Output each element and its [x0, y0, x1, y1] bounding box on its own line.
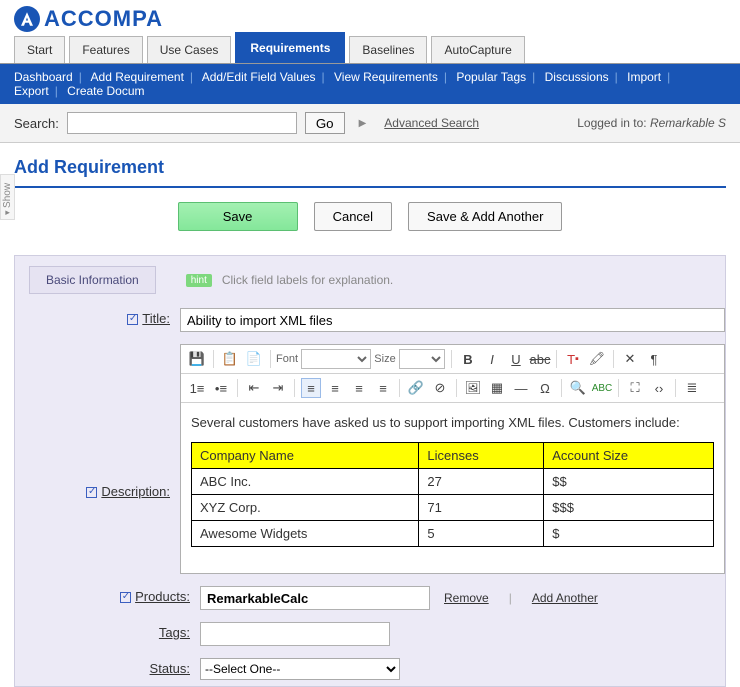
- subnav-import[interactable]: Import: [627, 70, 661, 84]
- action-buttons: Save Cancel Save & Add Another: [14, 202, 726, 231]
- align-center-icon[interactable]: ≡: [325, 378, 345, 398]
- source-icon[interactable]: ‹›: [649, 378, 669, 398]
- subnav-create-document[interactable]: Create Docum: [67, 84, 144, 98]
- products-remove-link[interactable]: Remove: [444, 591, 489, 605]
- subnav-view-requirements[interactable]: View Requirements: [334, 70, 438, 84]
- tab-use-cases[interactable]: Use Cases: [147, 36, 232, 63]
- tab-requirements[interactable]: Requirements: [235, 32, 345, 63]
- search-label: Search:: [14, 116, 59, 131]
- hint-badge: hint: [186, 274, 212, 287]
- editor-body[interactable]: Several customers have asked us to suppo…: [181, 403, 724, 573]
- tab-start[interactable]: Start: [14, 36, 65, 63]
- show-sidebar-toggle[interactable]: Show: [0, 174, 15, 220]
- brand-row: ACCOMPA: [0, 0, 740, 36]
- editor-intro-text: Several customers have asked us to suppo…: [191, 415, 714, 430]
- table-row: XYZ Corp.71$$$: [192, 495, 714, 521]
- status-select[interactable]: --Select One--: [200, 658, 400, 680]
- table-row: Awesome Widgets5$: [192, 521, 714, 547]
- label-status[interactable]: Status:: [150, 661, 190, 676]
- highlight-icon[interactable]: 🖍: [587, 349, 607, 369]
- tab-baselines[interactable]: Baselines: [349, 36, 427, 63]
- label-title[interactable]: Title:: [142, 311, 170, 326]
- outdent-icon[interactable]: ⇤: [244, 378, 264, 398]
- advanced-search-link[interactable]: Advanced Search: [384, 116, 479, 130]
- subnav-add-requirement[interactable]: Add Requirement: [91, 70, 184, 84]
- main-tabs: Start Features Use Cases Requirements Ba…: [0, 36, 740, 64]
- products-input[interactable]: [200, 586, 430, 610]
- hint-text: Click field labels for explanation.: [222, 273, 393, 287]
- hr-icon[interactable]: —: [511, 378, 531, 398]
- size-label: Size: [375, 349, 395, 369]
- subnav-popular-tags[interactable]: Popular Tags: [456, 70, 526, 84]
- login-status: Logged in to: Remarkable S: [577, 116, 726, 130]
- tab-features[interactable]: Features: [69, 36, 142, 63]
- editor-toolbar-2: 1≡ •≡ ⇤ ⇥ ≡ ≡ ≡ ≡ 🔗 ⊘ 🖼: [181, 374, 724, 403]
- search-go-button[interactable]: Go: [305, 112, 345, 134]
- subnav-add-edit-field-values[interactable]: Add/Edit Field Values: [202, 70, 316, 84]
- text-color-icon[interactable]: T▪: [563, 349, 583, 369]
- save-icon[interactable]: 💾: [187, 349, 207, 369]
- page-title: Add Requirement: [14, 153, 726, 186]
- symbol-icon[interactable]: Ω: [535, 378, 555, 398]
- search-bar: Search: Go ▶ Advanced Search Logged in t…: [0, 104, 740, 143]
- strike-icon[interactable]: abc: [530, 349, 550, 369]
- cancel-button[interactable]: Cancel: [314, 202, 392, 231]
- image-icon[interactable]: 🖼: [463, 378, 483, 398]
- ul-icon[interactable]: •≡: [211, 378, 231, 398]
- align-right-icon[interactable]: ≡: [349, 378, 369, 398]
- help-icon[interactable]: ≣: [682, 378, 702, 398]
- brand-logo-icon: [14, 6, 40, 32]
- checkbox-icon: [86, 487, 97, 498]
- search-input[interactable]: [67, 112, 297, 134]
- subnav-discussions[interactable]: Discussions: [545, 70, 609, 84]
- customer-table: Company Name Licenses Account Size ABC I…: [191, 442, 714, 547]
- maximize-icon[interactable]: ⛶: [625, 378, 645, 398]
- link-icon[interactable]: 🔗: [406, 378, 426, 398]
- tab-autocapture[interactable]: AutoCapture: [431, 36, 524, 63]
- italic-icon[interactable]: I: [482, 349, 502, 369]
- spellcheck-icon[interactable]: ABC: [592, 378, 612, 398]
- label-tags[interactable]: Tags:: [159, 625, 190, 640]
- label-description[interactable]: Description:: [101, 484, 170, 499]
- ol-icon[interactable]: 1≡: [187, 378, 207, 398]
- subnav-export[interactable]: Export: [14, 84, 49, 98]
- subnav-dashboard[interactable]: Dashboard: [14, 70, 73, 84]
- save-button[interactable]: Save: [178, 202, 298, 231]
- indent-icon[interactable]: ⇥: [268, 378, 288, 398]
- checkbox-icon: [120, 592, 131, 603]
- triangle-right-icon: ▶: [359, 118, 367, 129]
- th-licenses: Licenses: [419, 443, 544, 469]
- clear-format-icon[interactable]: ✕: [620, 349, 640, 369]
- rich-text-editor: 💾 📋 📄 Font Size B I U abc: [180, 344, 725, 574]
- th-company: Company Name: [192, 443, 419, 469]
- font-label: Font: [277, 349, 297, 369]
- underline-icon[interactable]: U: [506, 349, 526, 369]
- tags-input[interactable]: [200, 622, 390, 646]
- table-icon[interactable]: ▦: [487, 378, 507, 398]
- paste-word-icon[interactable]: 📄: [244, 349, 264, 369]
- title-rule: [14, 186, 726, 188]
- paste-icon[interactable]: 📋: [220, 349, 240, 369]
- align-left-icon[interactable]: ≡: [301, 378, 321, 398]
- bold-icon[interactable]: B: [458, 349, 478, 369]
- table-row: ABC Inc.27$$: [192, 469, 714, 495]
- th-account-size: Account Size: [544, 443, 714, 469]
- products-add-another-link[interactable]: Add Another: [532, 591, 598, 605]
- save-add-another-button[interactable]: Save & Add Another: [408, 202, 562, 231]
- sub-nav: Dashboard| Add Requirement| Add/Edit Fie…: [0, 64, 740, 104]
- size-select[interactable]: [399, 349, 445, 369]
- form-area: Basic Information hint Click field label…: [14, 255, 726, 687]
- section-tab-basic-info[interactable]: Basic Information: [29, 266, 156, 294]
- align-justify-icon[interactable]: ≡: [373, 378, 393, 398]
- label-products[interactable]: Products:: [135, 589, 190, 604]
- find-icon[interactable]: 🔍: [568, 378, 588, 398]
- title-input[interactable]: [180, 308, 725, 332]
- format-icon[interactable]: ¶: [644, 349, 664, 369]
- unlink-icon[interactable]: ⊘: [430, 378, 450, 398]
- editor-toolbar-1: 💾 📋 📄 Font Size B I U abc: [181, 345, 724, 374]
- brand-text: ACCOMPA: [44, 6, 163, 32]
- checkbox-icon: [127, 314, 138, 325]
- font-select[interactable]: [301, 349, 371, 369]
